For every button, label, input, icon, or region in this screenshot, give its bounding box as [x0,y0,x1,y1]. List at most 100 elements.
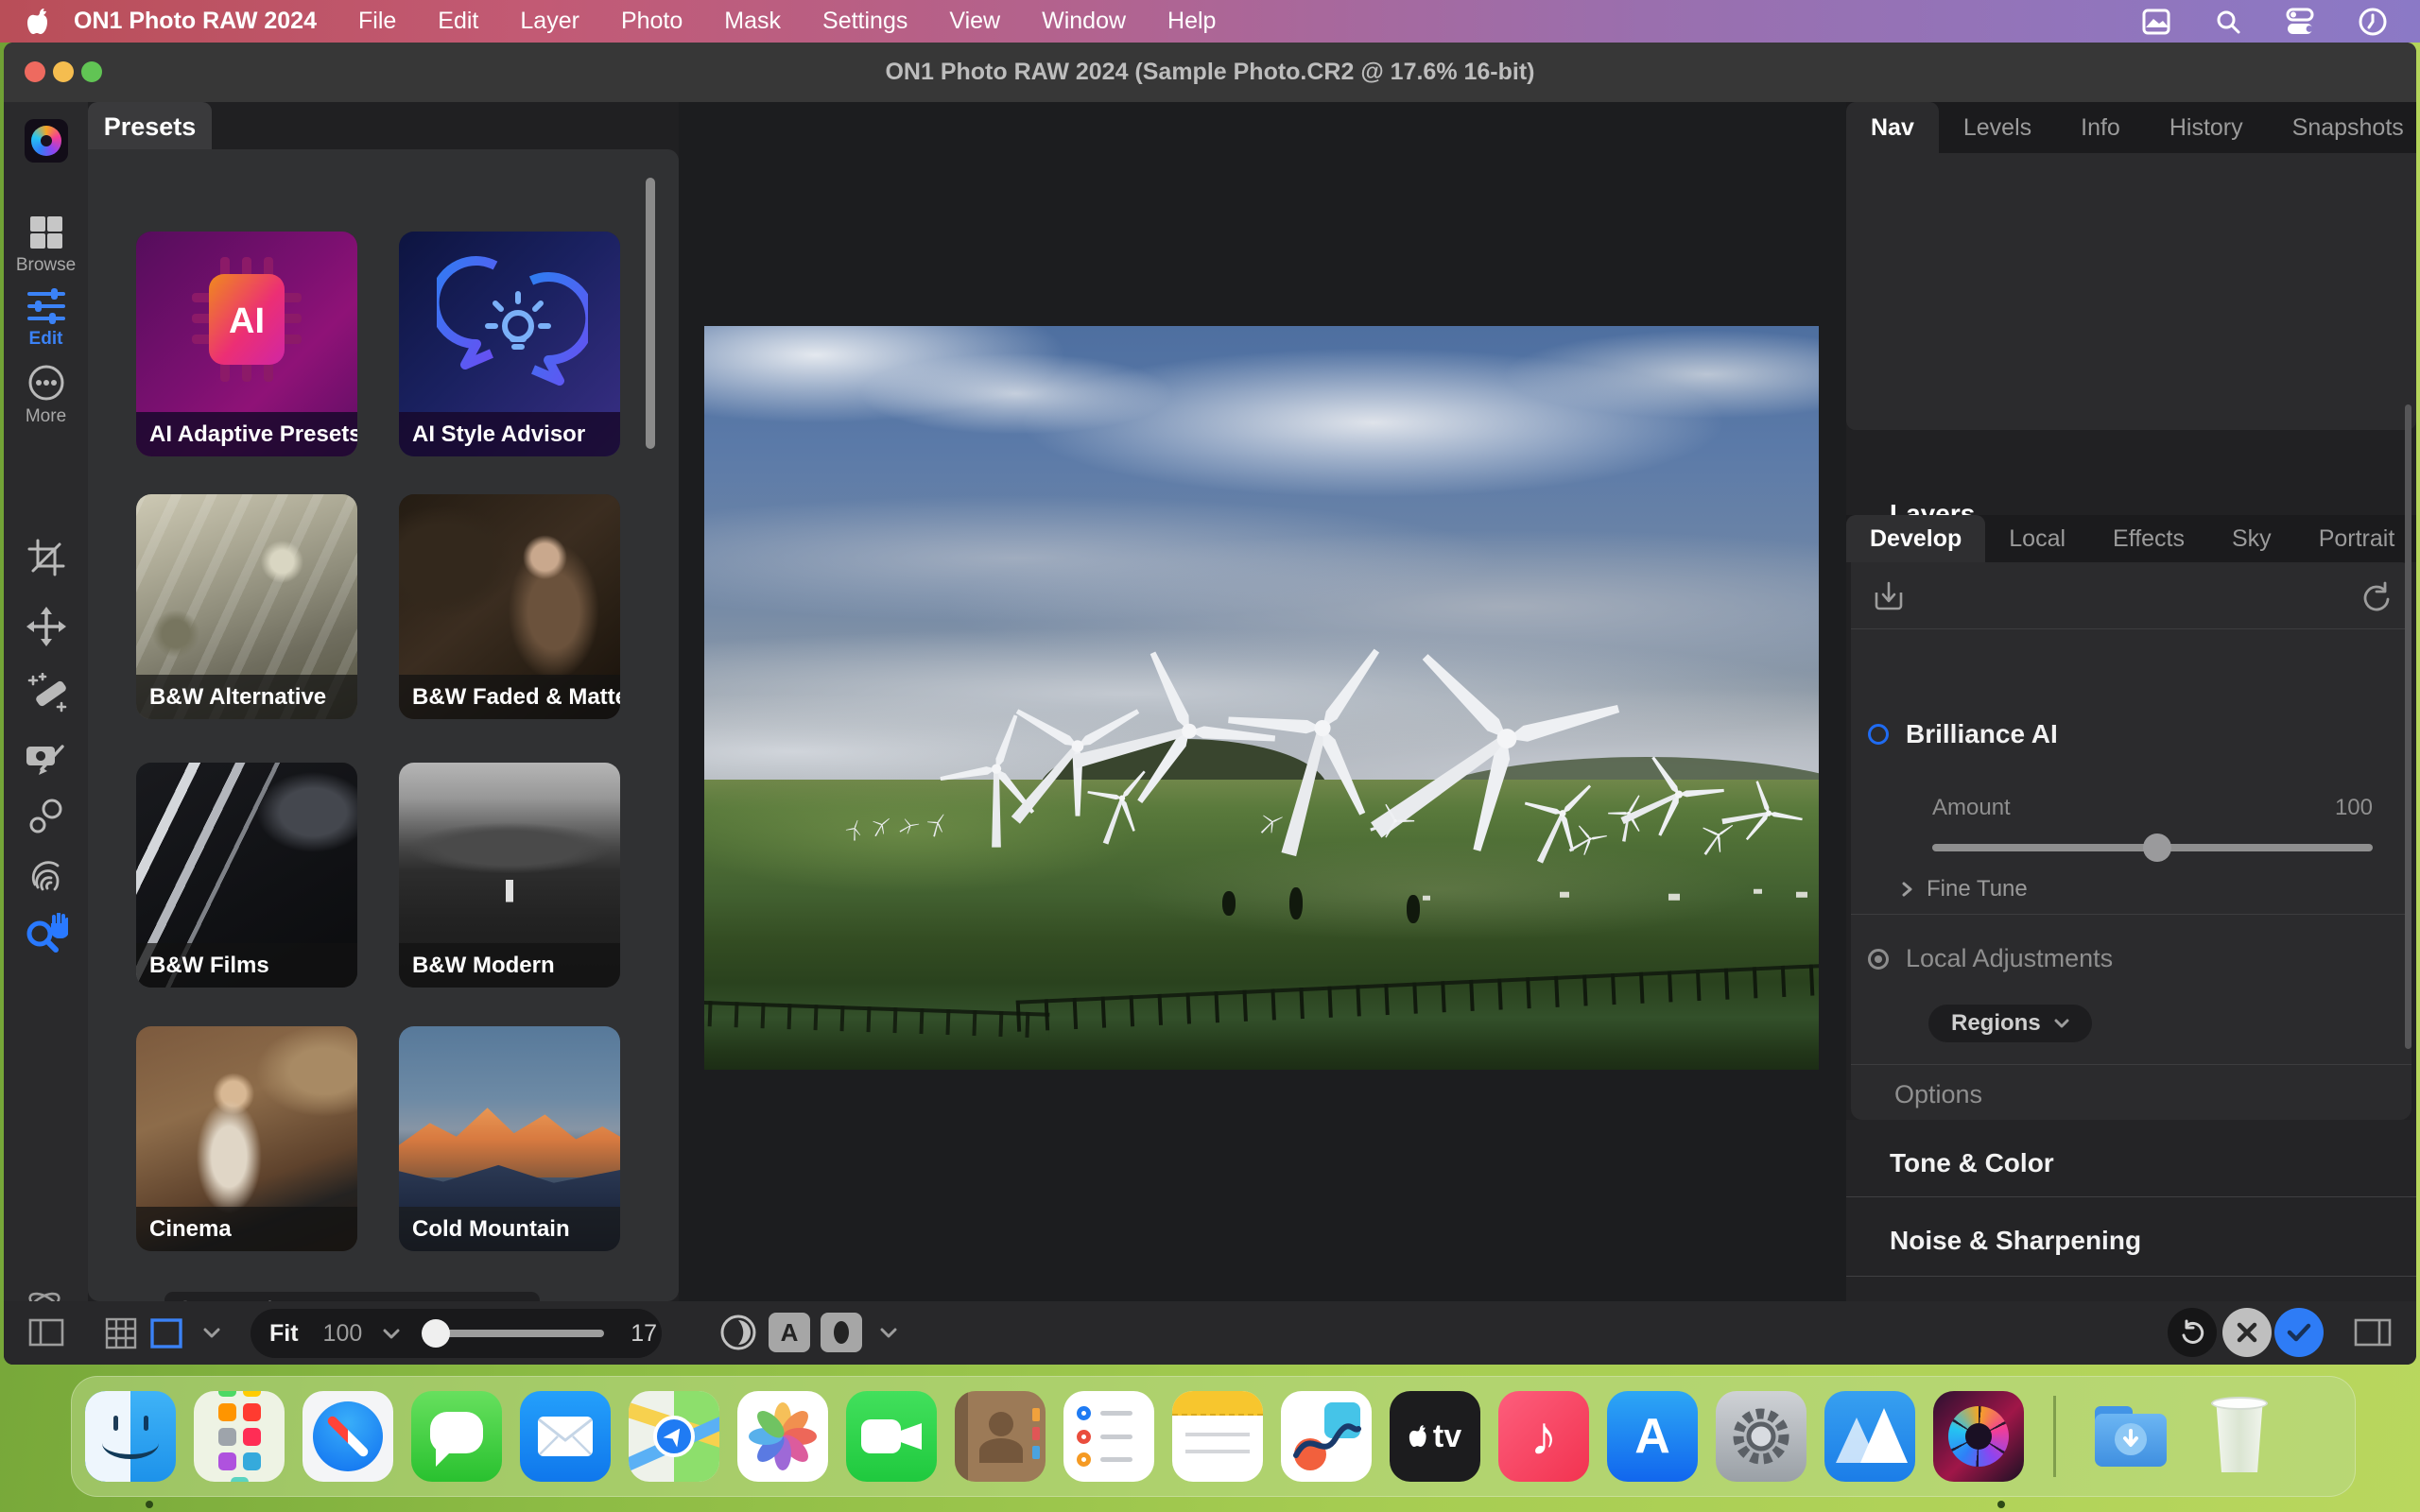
single-view-icon[interactable] [149,1317,183,1349]
cancel-button[interactable] [2222,1308,2272,1357]
edit-module-label[interactable]: Edit [4,329,88,350]
presets-tab[interactable]: Presets [88,102,212,151]
messages-dock-icon[interactable] [411,1391,502,1482]
zoom-chevron-icon[interactable] [383,1329,400,1339]
system-settings-dock-icon[interactable] [1716,1391,1806,1482]
zoom-slider-knob[interactable] [422,1319,450,1348]
preset-bw-modern[interactable]: B&W Modern [399,763,620,988]
title-bar[interactable]: ON1 Photo RAW 2024 (Sample Photo.CR2 @ 1… [4,43,2416,102]
preset-cold-mountain[interactable]: Cold Mountain [399,1026,620,1251]
preset-bw-films[interactable]: B&W Films [136,763,357,988]
zoom-pan-tool-icon[interactable] [25,913,68,954]
brilliance-enabled-icon[interactable] [1868,724,1889,745]
tab-levels[interactable]: Levels [1939,102,2056,153]
mask-mode-chevron-icon[interactable] [879,1328,898,1339]
retouch-tool-icon[interactable] [26,852,66,892]
local-adjustments-header[interactable]: Local Adjustments [1868,944,2113,973]
gallery-menubar-icon[interactable] [2140,7,2172,37]
notes-dock-icon[interactable] [1172,1391,1263,1482]
clock-icon[interactable] [2358,7,2388,37]
edit-module-icon[interactable] [26,286,66,326]
photos-dock-icon[interactable] [737,1391,828,1482]
control-center-icon[interactable] [2284,8,2316,36]
mask-overlay-button[interactable] [821,1313,862,1352]
presets-scrollbar[interactable] [646,178,655,449]
menu-layer[interactable]: Layer [520,8,579,35]
menu-mask[interactable]: Mask [724,8,781,35]
preset-ai-style-advisor[interactable]: AI Style Advisor [399,232,620,456]
preset-bw-alternative[interactable]: B&W Alternative [136,494,357,719]
tab-info[interactable]: Info [2056,102,2145,153]
menubar-app-name[interactable]: ON1 Photo RAW 2024 [74,8,317,35]
fit-button[interactable]: Fit [269,1320,299,1348]
tab-portrait[interactable]: Portrait [2295,515,2416,562]
brilliance-header[interactable]: Brilliance AI [1868,719,2058,749]
music-dock-icon[interactable]: ♪ [1498,1391,1589,1482]
grid-view-icon[interactable] [105,1317,137,1349]
trash-dock-icon[interactable] [2194,1391,2285,1482]
preset-ai-adaptive[interactable]: AI AI Adaptive Presets [136,232,357,456]
tab-nav[interactable]: Nav [1846,102,1939,153]
preview-compare-icon[interactable] [718,1313,758,1352]
menu-window[interactable]: Window [1042,8,1126,35]
toggle-left-panel-icon[interactable] [28,1318,64,1347]
options-label[interactable]: Options [1894,1080,1982,1109]
fine-tune-row[interactable]: Fine Tune [1900,876,2028,902]
browse-module-icon[interactable] [27,214,65,251]
menu-help[interactable]: Help [1167,8,1216,35]
menu-photo[interactable]: Photo [621,8,683,35]
mail-dock-icon[interactable] [520,1391,611,1482]
downloads-dock-icon[interactable] [2085,1391,2176,1482]
menu-view[interactable]: View [949,8,1000,35]
preset-bw-faded-matte[interactable]: B&W Faded & Matte [399,494,620,719]
zoom-value[interactable]: 100 [323,1320,363,1348]
safari-dock-icon[interactable] [302,1391,393,1482]
tab-snapshots[interactable]: Snapshots [2268,102,2416,153]
freeform-dock-icon[interactable] [1281,1391,1372,1482]
amount-value[interactable]: 100 [2335,795,2373,821]
apple-tv-dock-icon[interactable]: tv [1390,1391,1480,1482]
maps-dock-icon[interactable] [629,1391,719,1482]
tab-local[interactable]: Local [1985,515,2089,562]
apple-menu-icon[interactable] [26,8,51,36]
app-store-dock-icon[interactable]: A [1607,1391,1698,1482]
amount-slider[interactable] [1932,844,2373,851]
more-module-label[interactable]: More [4,406,88,427]
mask-view-a-button[interactable]: A [769,1313,810,1352]
crop-tool-icon[interactable] [27,539,65,576]
browse-module-label[interactable]: Browse [4,255,88,276]
tab-effects[interactable]: Effects [2089,515,2208,562]
menu-settings[interactable]: Settings [822,8,908,35]
menu-file[interactable]: File [358,8,396,35]
tab-sky[interactable]: Sky [2208,515,2295,562]
mask-brush-tool-icon[interactable] [26,739,66,779]
regions-dropdown[interactable]: Regions [1928,1005,2092,1042]
on1-photo-raw-dock-icon[interactable] [1933,1391,2024,1482]
launchpad-dock-icon[interactable] [194,1391,285,1482]
on1-mountains-dock-icon[interactable] [1824,1391,1915,1482]
zoom-slider[interactable] [424,1330,604,1337]
right-panel-scrollbar[interactable] [2405,404,2411,1049]
finder-dock-icon[interactable] [85,1391,176,1482]
contacts-dock-icon[interactable] [955,1391,1046,1482]
ai-wand-tool-icon[interactable] [26,673,67,714]
move-tool-icon[interactable] [26,607,66,646]
view-mode-chevron-icon[interactable] [202,1328,221,1339]
section-tone-color[interactable]: Tone & Color [1890,1148,2054,1178]
preset-cinema[interactable]: Cinema [136,1026,357,1251]
refine-tool-icon[interactable] [27,798,65,835]
tab-develop[interactable]: Develop [1846,515,1985,562]
apply-button[interactable] [2274,1308,2324,1357]
amount-slider-knob[interactable] [2143,833,2171,862]
save-preset-icon[interactable] [1872,579,1906,613]
spotlight-search-icon[interactable] [2214,8,2242,36]
menu-edit[interactable]: Edit [438,8,478,35]
section-noise-sharpening[interactable]: Noise & Sharpening [1890,1226,2141,1256]
toggle-right-panel-icon[interactable] [2354,1318,2392,1347]
undo-button[interactable] [2168,1308,2217,1357]
tab-history[interactable]: History [2145,102,2268,153]
reminders-dock-icon[interactable] [1063,1391,1154,1482]
facetime-dock-icon[interactable] [846,1391,937,1482]
more-module-icon[interactable] [26,363,66,403]
reset-develop-icon[interactable] [2360,581,2392,613]
